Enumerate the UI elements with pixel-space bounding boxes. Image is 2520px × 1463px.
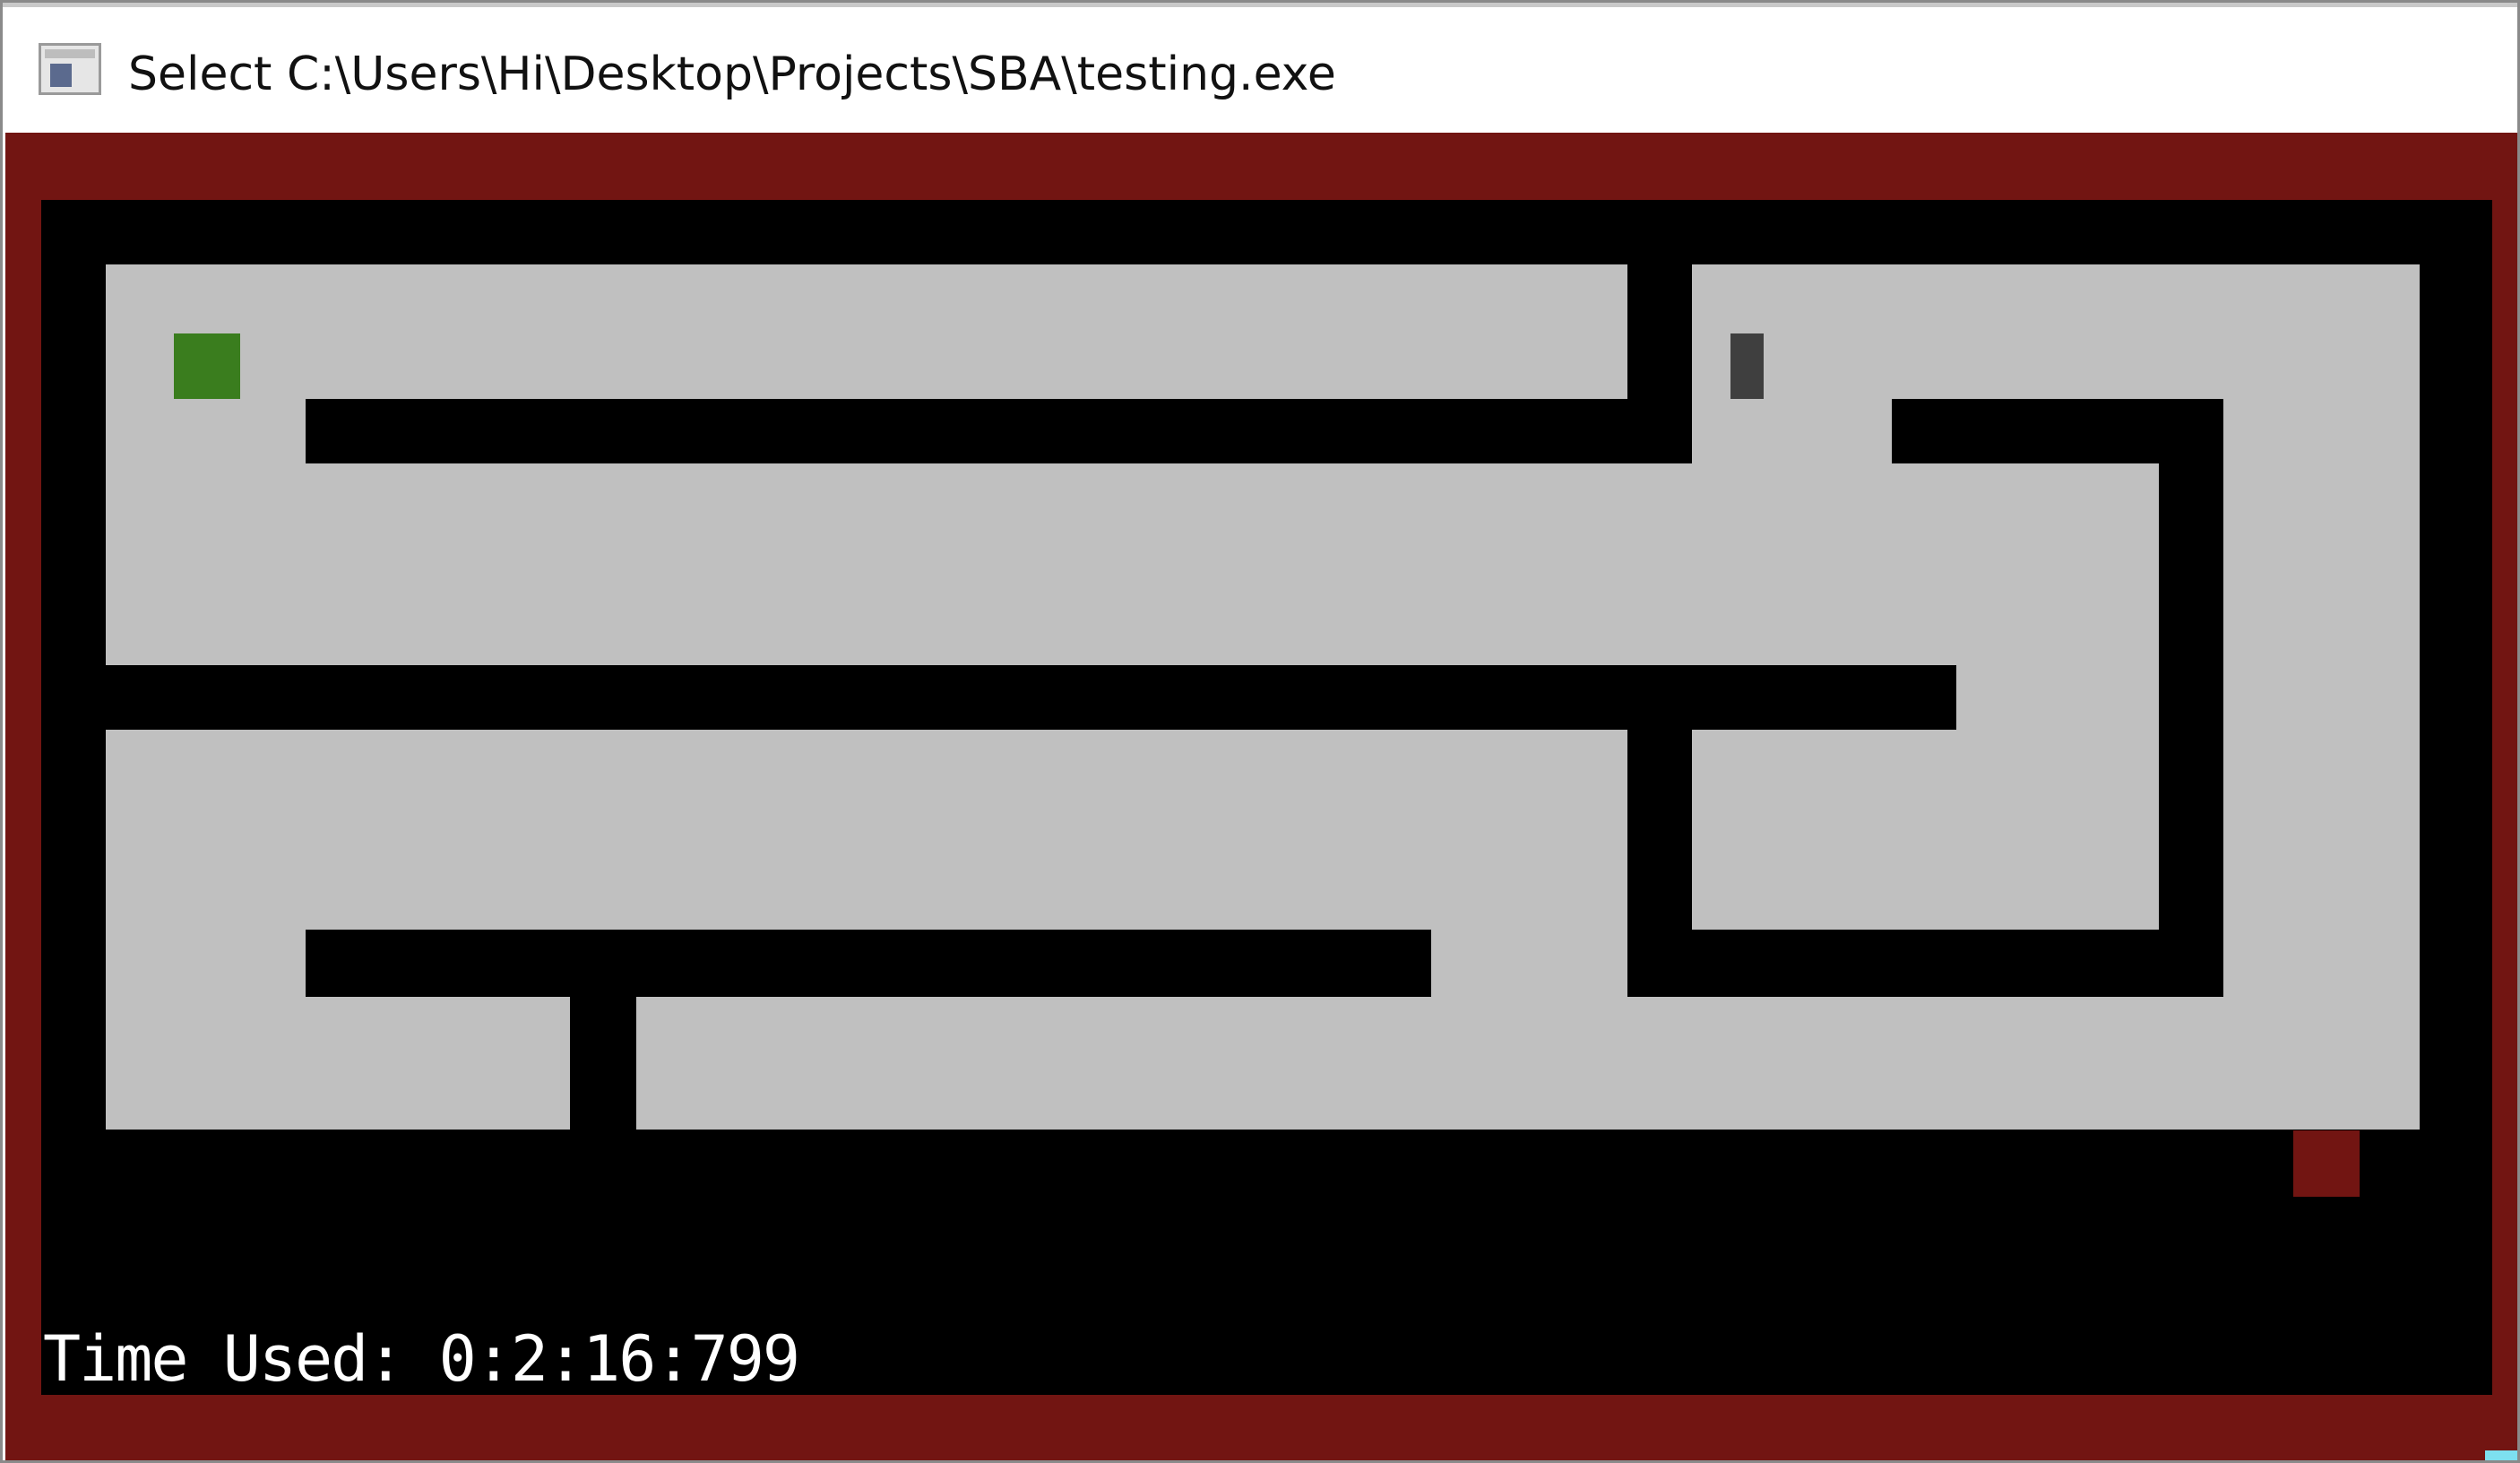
resize-grip[interactable] — [2485, 1450, 2517, 1460]
maze-wall — [306, 399, 1692, 463]
maze-floor-middle — [106, 463, 2420, 662]
item-marker — [1730, 333, 1764, 399]
console-app-icon[interactable] — [39, 43, 101, 95]
goal-marker — [2293, 1130, 2360, 1197]
console-window: Select C:\Users\Hi\Desktop\Projects\SBA\… — [0, 0, 2520, 1463]
player-marker — [174, 333, 240, 399]
title-bar[interactable]: Select C:\Users\Hi\Desktop\Projects\SBA\… — [3, 3, 2517, 133]
game-console[interactable]: Time Used: 0:2:16:799 — [41, 200, 2492, 1395]
maze-wall — [570, 930, 636, 1197]
console-client-area: Time Used: 0:2:16:799 — [5, 133, 2517, 1460]
maze-wall — [306, 930, 1431, 997]
window-title: Select C:\Users\Hi\Desktop\Projects\SBA\… — [128, 48, 1336, 101]
maze-wall — [1627, 930, 2223, 997]
maze-board — [106, 264, 2420, 1197]
maze-wall — [2159, 399, 2223, 997]
time-used-text: Time Used: 0:2:16:799 — [43, 1322, 800, 1396]
